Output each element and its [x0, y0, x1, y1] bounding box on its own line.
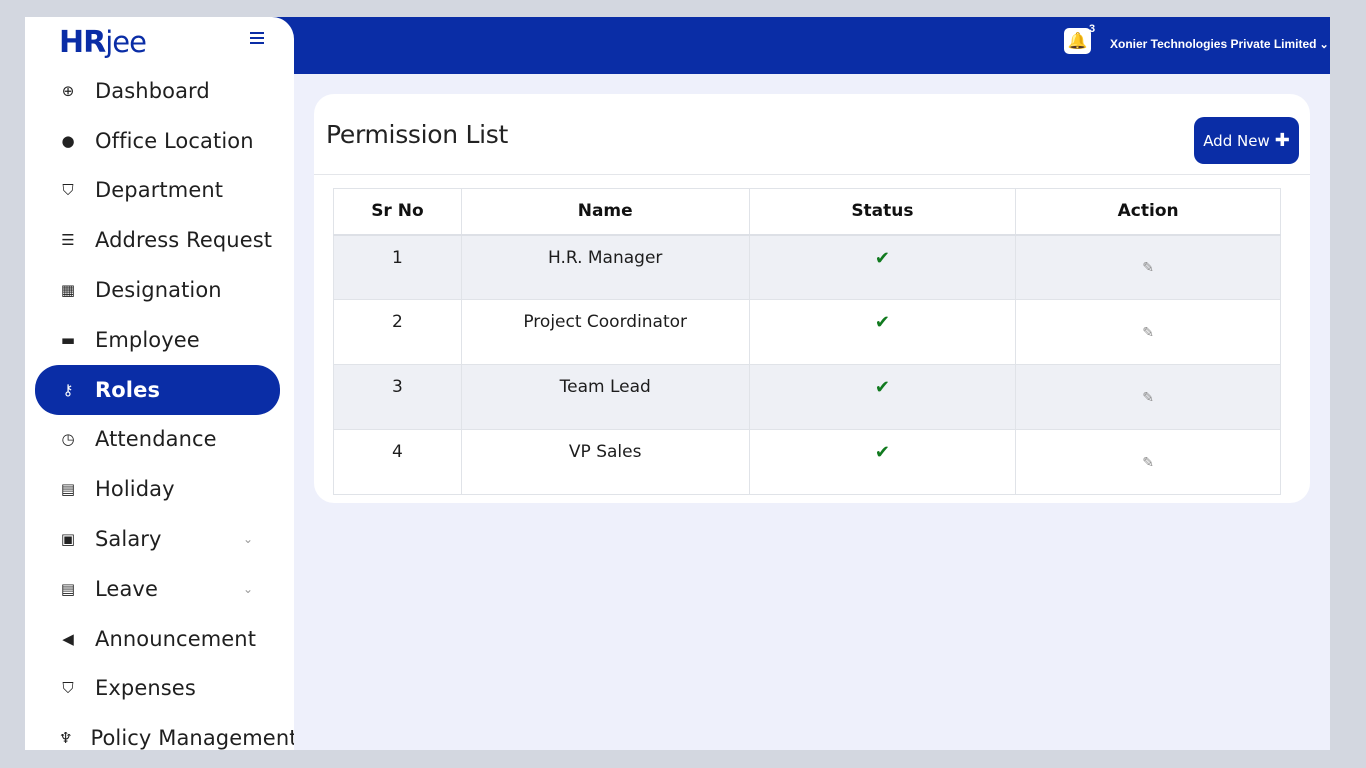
- sidebar-item-label: Designation: [95, 278, 222, 303]
- chevron-down-icon: ⌄: [1319, 39, 1329, 51]
- briefcase-icon: ▬: [60, 330, 76, 349]
- sidebar-item-label: Department: [95, 178, 224, 203]
- permission-table: Sr No Name Status Action 1 H.R. Manager …: [333, 188, 1281, 495]
- sidebar-item-label: Announcement: [95, 626, 257, 651]
- app-frame: 🔔 3 Xonier Technologies Private Limited ⌄…: [25, 17, 1330, 750]
- sidebar-item-label: Employee: [95, 327, 200, 352]
- row-action: ✎: [1015, 234, 1281, 300]
- notification-bell-icon[interactable]: 🔔: [1064, 28, 1091, 54]
- hamburger-menu-icon[interactable]: [250, 29, 268, 47]
- logo-sub-text: jee: [105, 25, 147, 59]
- sidebar-item-policy-management[interactable]: ♆ Policy Management: [25, 713, 294, 750]
- logo-main-text: HR: [59, 25, 106, 60]
- row-sr-no: 2: [333, 299, 462, 365]
- sidebar-item-leave[interactable]: ▤ Leave ⌄: [25, 564, 294, 614]
- list-icon: ☰: [61, 231, 75, 250]
- sidebar-item-label: Policy Management: [90, 726, 294, 750]
- add-new-button[interactable]: Add New ✚: [1194, 117, 1299, 164]
- divider: [314, 174, 1310, 175]
- row-status: ✔: [748, 299, 1017, 365]
- check-icon: ✔: [874, 247, 890, 269]
- row-action: ✎: [1015, 364, 1281, 430]
- sidebar-item-department[interactable]: ⛉ Department: [25, 166, 294, 216]
- company-name: Xonier Technologies Private Limited: [1110, 37, 1317, 51]
- row-name: Team Lead: [460, 364, 750, 430]
- building-icon: ▦: [60, 281, 76, 300]
- row-action: ✎: [1015, 429, 1281, 495]
- sidebar-item-label: Dashboard: [95, 78, 210, 103]
- sidebar-nav: ⊕ Dashboard ● Office Location ⛉ Department …: [25, 66, 294, 750]
- sidebar-item-holiday[interactable]: ▤ Holiday: [25, 464, 294, 514]
- table-row: 1 H.R. Manager ✔ ✎: [333, 234, 1281, 300]
- edit-pencil-icon[interactable]: ✎: [1142, 455, 1154, 471]
- calendar-icon: ▤: [60, 579, 76, 598]
- shield-icon: ⛉: [62, 679, 74, 698]
- chevron-down-icon[interactable]: ⌄: [243, 532, 253, 546]
- edit-pencil-icon[interactable]: ✎: [1142, 390, 1154, 406]
- column-header-status[interactable]: Status: [748, 188, 1017, 236]
- page-title: Permission List: [326, 120, 508, 149]
- edit-pencil-icon[interactable]: ✎: [1142, 325, 1154, 341]
- notification-count-badge: 3: [1089, 23, 1096, 35]
- dashboard-icon: ⊕: [61, 81, 75, 100]
- edit-pencil-icon[interactable]: ✎: [1142, 260, 1154, 276]
- column-header-sr-no[interactable]: Sr No: [333, 188, 462, 236]
- row-name: VP Sales: [460, 429, 750, 495]
- sidebar-item-dashboard[interactable]: ⊕ Dashboard: [25, 66, 294, 116]
- trophy-icon: ♆: [59, 729, 73, 748]
- sidebar-item-expenses[interactable]: ⛉ Expenses: [25, 664, 294, 714]
- bullhorn-icon: ◀: [62, 629, 74, 648]
- table-row: 3 Team Lead ✔ ✎: [333, 364, 1281, 430]
- row-sr-no: 3: [333, 364, 462, 430]
- row-status: ✔: [748, 234, 1017, 300]
- sidebar-item-employee[interactable]: ▬ Employee: [25, 315, 294, 365]
- money-icon: ▣: [60, 530, 76, 549]
- check-icon: ✔: [874, 442, 890, 463]
- sidebar-item-label: Roles: [95, 377, 161, 402]
- sidebar-item-attendance[interactable]: ◷ Attendance: [25, 415, 294, 465]
- row-name: H.R. Manager: [460, 234, 750, 300]
- company-dropdown[interactable]: Xonier Technologies Private Limited ⌄: [1110, 37, 1329, 51]
- row-sr-no: 1: [333, 234, 462, 300]
- row-sr-no: 4: [333, 429, 462, 495]
- key-icon: ⚷: [62, 380, 74, 399]
- column-header-action[interactable]: Action: [1015, 188, 1281, 236]
- check-icon: ✔: [874, 377, 890, 398]
- app-logo[interactable]: HRjee: [59, 25, 147, 60]
- globe-icon: ●: [61, 131, 75, 150]
- sidebar-item-label: Expenses: [95, 676, 196, 701]
- sidebar-item-label: Holiday: [95, 477, 175, 502]
- sidebar-item-label: Salary: [95, 527, 162, 552]
- sidebar-item-announcement[interactable]: ◀ Announcement: [25, 614, 294, 664]
- calendar-icon: ▤: [60, 480, 76, 499]
- sidebar-item-office-location[interactable]: ● Office Location: [25, 116, 294, 166]
- row-action: ✎: [1015, 299, 1281, 365]
- sidebar-item-label: Leave: [95, 576, 158, 601]
- table-row: 2 Project Coordinator ✔ ✎: [333, 299, 1281, 365]
- sidebar-item-address-request[interactable]: ☰ Address Request: [25, 215, 294, 265]
- sidebar-item-salary[interactable]: ▣ Salary ⌄: [25, 514, 294, 564]
- row-status: ✔: [748, 429, 1017, 495]
- sidebar-item-label: Office Location: [95, 128, 254, 153]
- row-name: Project Coordinator: [460, 299, 750, 365]
- sidebar-item-roles[interactable]: ⚷ Roles: [35, 364, 280, 415]
- check-icon: ✔: [874, 312, 890, 333]
- plus-icon: ✚: [1274, 130, 1290, 151]
- sidebar-item-label: Attendance: [95, 427, 217, 452]
- sidebar-item-designation[interactable]: ▦ Designation: [25, 265, 294, 315]
- sidebar: HRjee ⊕ Dashboard ● Office Location ⛉ Depar…: [25, 17, 294, 750]
- chevron-down-icon[interactable]: ⌄: [243, 582, 253, 596]
- sidebar-item-label: Address Request: [95, 228, 273, 253]
- table-header-row: Sr No Name Status Action: [333, 188, 1281, 236]
- add-new-label: Add New: [1203, 131, 1270, 150]
- permission-list-card: Permission List Add New ✚ Sr No Name Stat…: [314, 94, 1310, 503]
- column-header-name[interactable]: Name: [460, 188, 750, 236]
- row-status: ✔: [748, 364, 1017, 430]
- shield-icon: ⛉: [62, 181, 74, 200]
- table-row: 4 VP Sales ✔ ✎: [333, 429, 1281, 495]
- clock-icon: ◷: [61, 430, 75, 449]
